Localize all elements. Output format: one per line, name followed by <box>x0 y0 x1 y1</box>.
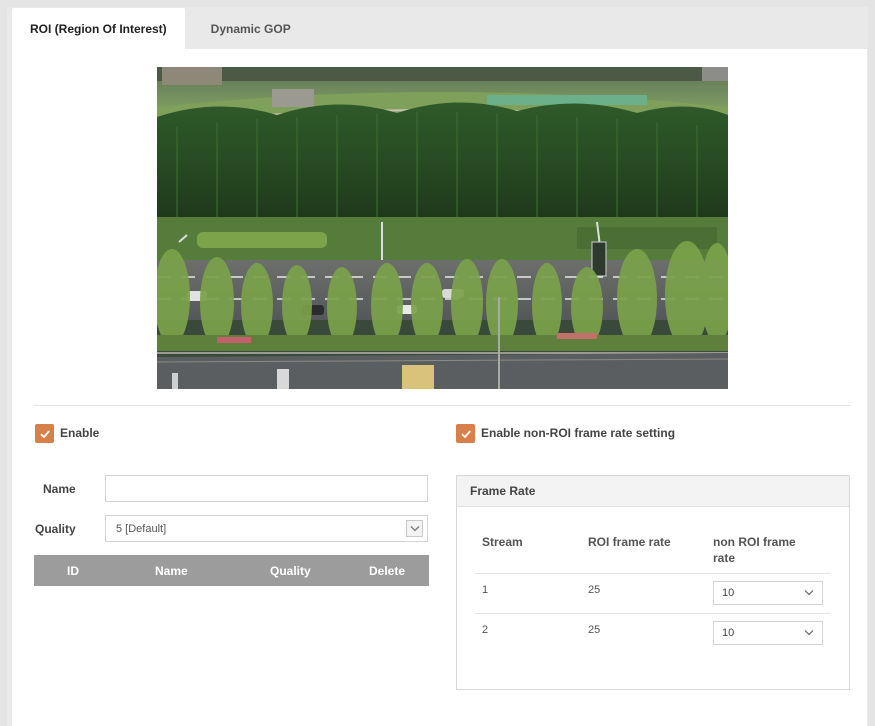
chevron-down-icon <box>804 590 814 596</box>
name-input[interactable] <box>105 475 428 502</box>
chevron-down-icon[interactable] <box>406 520 423 537</box>
roi-enable-label: Enable <box>60 426 100 440</box>
camera-preview[interactable] <box>157 67 728 389</box>
check-icon <box>39 429 50 438</box>
frame-rate-title: Frame Rate <box>457 476 849 507</box>
roi-table-header: ID Name Quality Delete <box>34 555 429 586</box>
quality-select-value: 5 [Default] <box>116 522 167 535</box>
quality-select[interactable]: 5 [Default] <box>105 515 428 542</box>
col-delete: Delete <box>369 563 406 578</box>
col-non-roi-line2: rate <box>713 551 736 565</box>
row1-roi-rate: 25 <box>588 584 601 596</box>
col-non-roi-frame-rate: non ROI frame rate <box>713 534 796 566</box>
row2-non-roi-value: 10 <box>722 627 735 639</box>
chevron-down-icon <box>804 630 814 636</box>
tab-dynamic-gop[interactable]: Dynamic GOP <box>185 8 309 49</box>
section-divider <box>34 405 851 406</box>
frame-rate-box: Frame Rate Stream ROI frame rate non ROI… <box>456 475 850 690</box>
row1-stream: 1 <box>482 584 489 596</box>
col-non-roi-line1: non ROI frame <box>713 535 796 549</box>
col-quality: Quality <box>270 563 311 578</box>
row-divider <box>475 613 830 614</box>
quality-label: Quality <box>35 522 76 536</box>
col-roi-frame-rate: ROI frame rate <box>588 535 671 549</box>
col-name: Name <box>155 563 188 578</box>
roi-panel: Enable Enable non-ROI frame rate setting… <box>12 49 867 726</box>
row1-non-roi-value: 10 <box>722 587 735 599</box>
tab-bar: ROI (Region Of Interest) Dynamic GOP <box>12 8 309 49</box>
row-divider <box>475 573 830 574</box>
roi-enable-checkbox[interactable] <box>35 424 54 443</box>
col-stream: Stream <box>482 535 523 549</box>
check-icon <box>460 429 471 438</box>
tab-roi[interactable]: ROI (Region Of Interest) <box>12 8 185 49</box>
name-label: Name <box>43 482 76 496</box>
row2-non-roi-select[interactable]: 10 <box>713 621 823 645</box>
non-roi-enable-label: Enable non-ROI frame rate setting <box>481 426 676 440</box>
camera-image <box>157 67 728 389</box>
row2-roi-rate: 25 <box>588 624 601 636</box>
row1-non-roi-select[interactable]: 10 <box>713 581 823 605</box>
non-roi-enable-checkbox[interactable] <box>456 424 475 443</box>
col-id: ID <box>67 563 79 578</box>
row2-stream: 2 <box>482 624 489 636</box>
